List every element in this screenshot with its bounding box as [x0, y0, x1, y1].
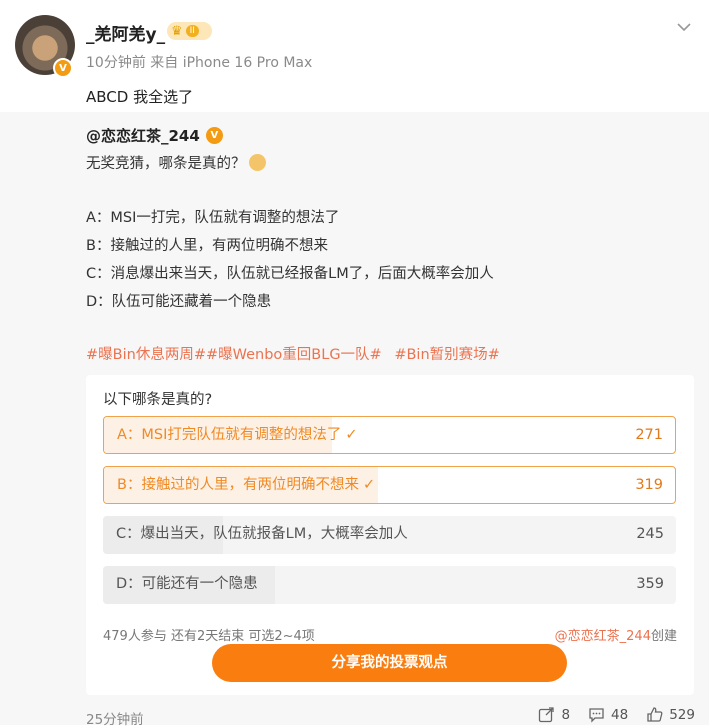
poll-option-label: A：MSI打完队伍就有调整的想法了 ✓	[117, 417, 358, 453]
poll-stats: 479人参与 还有2天结束 可选2~4项	[103, 629, 315, 644]
poll-option-b[interactable]: B：接触过的人里，有两位明确不想来 ✓ 319	[103, 466, 676, 504]
poll-option-text: B：接触过的人里，有两位明确不想来	[117, 477, 359, 493]
repost-line-c: C：消息爆出来当天，队伍就已经报备LM了，后面大概率会加人	[86, 266, 494, 282]
post-meta: 10分钟前 来自 iPhone 16 Pro Max	[86, 55, 313, 71]
poll-option-c[interactable]: C：爆出当天，队伍就报备LM，大概率会加人 245	[103, 516, 676, 554]
poll-question: 以下哪条是真的?	[103, 392, 213, 408]
doge-emoji-icon	[248, 154, 266, 171]
poll-card: 以下哪条是真的? A：MSI打完队伍就有调整的想法了 ✓ 271 B：接触过的人里…	[86, 375, 694, 695]
repost-line-d: D：队伍可能还藏着一个隐患	[86, 294, 272, 310]
vip-crown-badge[interactable]: ♛ II	[167, 22, 212, 40]
poll-option-count: 359	[636, 576, 664, 592]
thumbs-up-icon	[647, 707, 663, 722]
post-text: ABCD 我全选了	[86, 88, 194, 106]
action-bar: 8 48 529	[538, 706, 695, 723]
poll-option-label: C：爆出当天，队伍就报备LM，大概率会加人	[116, 526, 408, 542]
share-vote-button[interactable]: 分享我的投票观点	[212, 644, 567, 682]
comment-count: 48	[611, 706, 629, 723]
repost-time: 25分钟前	[86, 712, 144, 728]
poll-option-a[interactable]: A：MSI打完队伍就有调整的想法了 ✓ 271	[103, 416, 676, 454]
username[interactable]: _羌阿羌y_	[86, 20, 165, 45]
repost-button[interactable]: 8	[538, 706, 570, 723]
poll-creator-link[interactable]: @恋恋红茶_244	[555, 629, 651, 644]
reposted-content[interactable]: @恋恋红茶_244 V 无奖竞猜，哪条是真的？ A：MSI一打完，队伍就有调整的…	[0, 112, 709, 728]
comment-icon	[589, 708, 604, 723]
hashtags: #曝Bin休息两周##曝Wenbo重回BLG一队# #Bin暂别赛场#	[86, 343, 508, 364]
repost-icon	[539, 707, 555, 723]
repost-count: 8	[561, 706, 571, 723]
hashtag-link[interactable]: #Bin暂别赛场#	[394, 347, 499, 363]
repost-intro-text: 无奖竞猜，哪条是真的？	[86, 156, 246, 172]
vip-level: II	[185, 25, 199, 37]
crown-icon: ♛	[171, 23, 183, 39]
hashtag-link[interactable]: #曝Bin休息两周##曝Wenbo重回BLG一队#	[86, 347, 382, 363]
repost-line-b: B：接触过的人里，有两位明确不想来	[86, 238, 328, 254]
check-icon: ✓	[362, 477, 376, 493]
poll-creator-suffix: 创建	[650, 629, 677, 644]
comment-button[interactable]: 48	[588, 706, 628, 723]
like-count: 529	[669, 706, 695, 723]
repost-intro: 无奖竞猜，哪条是真的？	[86, 152, 266, 173]
poll-option-label: D：可能还有一个隐患	[116, 576, 258, 592]
poll-creator: @恋恋红茶_244创建	[555, 625, 677, 644]
poll-option-count: 245	[636, 526, 664, 542]
like-button[interactable]: 529	[646, 706, 695, 723]
verified-badge-icon: V	[53, 58, 73, 78]
poll-option-count: 271	[635, 427, 663, 443]
original-author[interactable]: @恋恋红茶_244 V	[86, 125, 223, 146]
original-author-name[interactable]: @恋恋红茶_244	[86, 125, 200, 146]
repost-line-a: A：MSI一打完，队伍就有调整的想法了	[86, 210, 340, 226]
poll-option-text: A：MSI打完队伍就有调整的想法了	[117, 427, 342, 443]
verified-badge-icon: V	[205, 127, 223, 144]
poll-option-d[interactable]: D：可能还有一个隐患 359	[103, 566, 676, 604]
poll-option-label: B：接触过的人里，有两位明确不想来 ✓	[117, 467, 375, 503]
chevron-down-icon[interactable]	[676, 19, 692, 35]
poll-option-count: 319	[635, 477, 663, 493]
check-icon: ✓	[345, 427, 358, 443]
post-header: V _羌阿羌y_ ♛ II 10分钟前 来自 iPhone 16 Pro Max…	[0, 0, 709, 112]
